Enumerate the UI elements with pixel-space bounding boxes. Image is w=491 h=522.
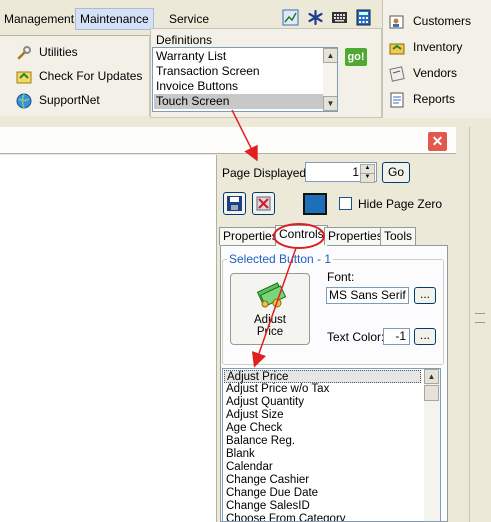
menu-service[interactable]: Service: [165, 9, 213, 29]
globe-icon: [16, 93, 32, 109]
list-item[interactable]: Age Check: [226, 422, 282, 435]
definitions-title: Definitions: [156, 33, 213, 47]
adjust-price-preview-button[interactable]: Adjust Price: [230, 273, 310, 345]
check-for-updates-label: Check For Updates: [39, 69, 143, 83]
definitions-item-selected[interactable]: Touch Screen: [154, 94, 324, 109]
hide-page-zero-checkbox[interactable]: [339, 197, 352, 210]
vendors-label: Vendors: [413, 66, 458, 80]
reports-item[interactable]: Reports: [389, 90, 455, 108]
page-displayed-value: 1: [352, 165, 359, 179]
definitions-list[interactable]: Warranty List Transaction Screen Invoice…: [152, 47, 338, 112]
definitions-item[interactable]: Invoice Buttons: [156, 79, 238, 94]
delete-icon: [256, 196, 271, 211]
text-color-field[interactable]: -1: [383, 328, 410, 345]
utilities-item[interactable]: Utilities: [16, 43, 78, 61]
save-icon: [227, 196, 242, 211]
window-titlebar: [0, 127, 456, 154]
window-edge-scrollbar[interactable]: [469, 127, 491, 522]
list-item[interactable]: Calendar: [226, 461, 273, 474]
customers-icon: [389, 15, 404, 29]
page-go-button[interactable]: Go: [382, 162, 410, 183]
snowflake-icon[interactable]: [307, 9, 324, 26]
customers-label: Customers: [413, 14, 472, 28]
supportnet-item[interactable]: SupportNet: [16, 91, 100, 109]
check-for-updates-item[interactable]: Check For Updates: [16, 67, 142, 85]
delete-button[interactable]: [252, 192, 275, 215]
list-item[interactable]: Adjust Quantity: [226, 396, 304, 409]
list-item[interactable]: Change Due Date: [226, 487, 318, 500]
menu-management[interactable]: Management: [0, 9, 78, 29]
chart-icon[interactable]: [282, 9, 299, 26]
list-item[interactable]: Change Cashier: [226, 474, 309, 487]
list-item[interactable]: Choose From Category: [226, 513, 346, 521]
text-color-ellipsis-button[interactable]: ...: [414, 328, 436, 345]
calculator-icon[interactable]: [355, 9, 372, 26]
scroll-up-icon[interactable]: ▲: [424, 369, 439, 384]
reports-icon: [390, 92, 404, 108]
preview-label-line1: Adjust: [254, 314, 286, 326]
update-icon: [16, 71, 32, 84]
font-label: Font:: [327, 270, 355, 284]
vendors-icon: [389, 66, 405, 82]
preview-label-line2: Price: [256, 326, 284, 338]
tab-controls[interactable]: Controls: [275, 225, 328, 246]
stepper-down-icon[interactable]: ▼: [360, 173, 375, 183]
keyboard-icon[interactable]: [331, 9, 348, 26]
controls-list-scrollbar[interactable]: ▲: [424, 369, 440, 521]
touch-screen-canvas[interactable]: [0, 155, 216, 522]
list-item[interactable]: Change SalesID: [226, 500, 310, 513]
menu-maintenance[interactable]: Maintenance: [75, 8, 154, 30]
list-item[interactable]: Adjust Size: [226, 409, 284, 422]
tab-tools[interactable]: Tools: [380, 227, 417, 245]
inventory-icon: [389, 43, 405, 55]
inventory-item[interactable]: Inventory: [389, 38, 462, 56]
list-item[interactable]: Blank: [226, 448, 255, 461]
close-icon[interactable]: ✕: [427, 131, 448, 152]
page-displayed-stepper[interactable]: 1 ▲ ▼: [305, 162, 377, 183]
customers-item[interactable]: Customers: [389, 12, 471, 30]
text-color-label: Text Color:: [327, 330, 385, 344]
wrench-icon: [17, 45, 31, 60]
controls-list[interactable]: Adjust Price Adjust Price w/o Tax Adjust…: [222, 368, 441, 522]
reports-label: Reports: [413, 92, 456, 106]
button-color-swatch[interactable]: [303, 193, 327, 215]
list-item[interactable]: Balance Reg.: [226, 435, 295, 448]
page-displayed-label: Page Displayed:: [222, 166, 310, 180]
supportnet-label: SupportNet: [39, 93, 100, 107]
list-item[interactable]: Adjust Price w/o Tax: [226, 383, 329, 396]
inventory-label: Inventory: [413, 40, 463, 54]
font-field[interactable]: MS Sans Serif: [326, 287, 409, 304]
definitions-item[interactable]: Transaction Screen: [156, 64, 260, 79]
vendors-item[interactable]: Vendors: [389, 64, 457, 82]
font-ellipsis-button[interactable]: ...: [414, 287, 436, 304]
maintenance-panel: Utilities Check For Updates SupportNet: [0, 36, 150, 116]
scroll-down-icon[interactable]: ▼: [323, 96, 337, 111]
hide-page-zero-label: Hide Page Zero: [358, 197, 443, 211]
quick-access-panel: Customers Inventory Vendors Reports: [382, 0, 491, 118]
utilities-label: Utilities: [39, 45, 78, 59]
money-icon: [256, 282, 287, 308]
definitions-scrollbar[interactable]: ▲ ▼: [323, 48, 337, 111]
definitions-go-button[interactable]: go!: [345, 48, 367, 66]
selected-button-title: Selected Button - 1: [227, 252, 334, 266]
save-button[interactable]: [223, 192, 246, 215]
definitions-item[interactable]: Warranty List: [156, 49, 226, 64]
scroll-up-icon[interactable]: ▲: [323, 48, 337, 63]
grip-icon: [475, 313, 485, 323]
tab-properties-2[interactable]: Properties: [324, 227, 387, 245]
scroll-thumb[interactable]: [424, 385, 439, 401]
list-item-selected[interactable]: Adjust Price: [224, 370, 421, 383]
tab-properties[interactable]: Properties: [219, 227, 282, 245]
